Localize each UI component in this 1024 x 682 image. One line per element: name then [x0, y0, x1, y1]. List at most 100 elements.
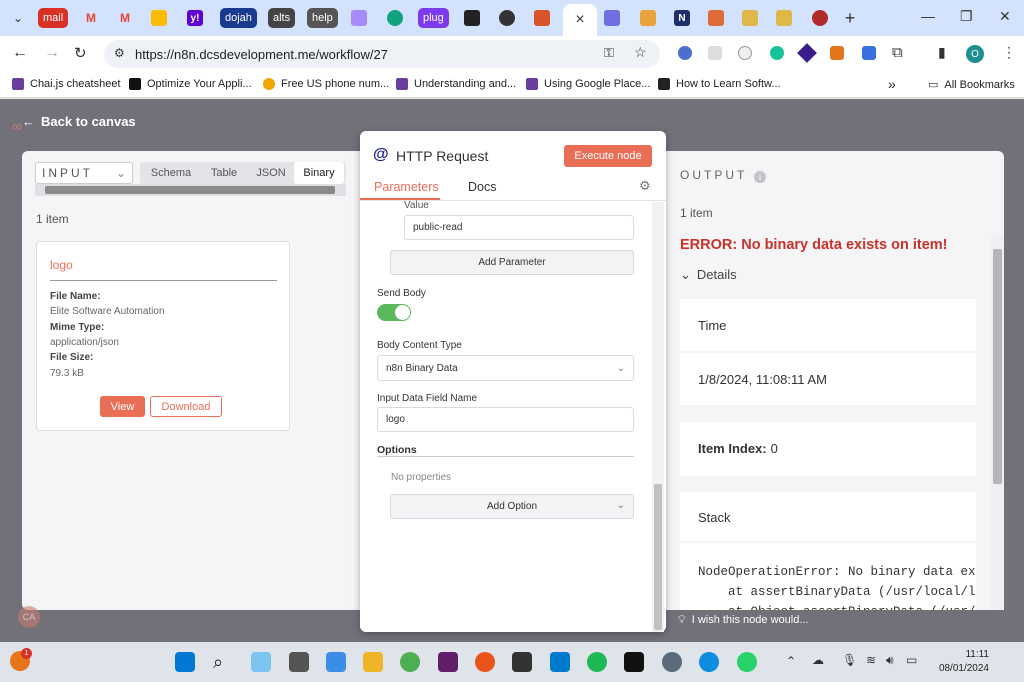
tab-mail[interactable]: mail	[38, 6, 69, 30]
window-close-icon[interactable]: ✕	[999, 8, 1011, 25]
tab-gmail-1[interactable]: M	[82, 6, 100, 30]
tab-search-dropdown[interactable]: ⌄	[8, 6, 28, 30]
extension-icon[interactable]	[708, 46, 722, 60]
scrollbar-thumb[interactable]	[993, 249, 1002, 484]
whatsapp-icon[interactable]	[737, 652, 757, 672]
tab-n8n-active[interactable]: ×	[563, 4, 597, 36]
netflix-icon[interactable]	[624, 652, 644, 672]
tab-table[interactable]: Table	[200, 162, 248, 184]
tab-schema[interactable]: Schema	[144, 162, 198, 184]
vscode-icon[interactable]	[550, 652, 570, 672]
widgets-icon[interactable]	[251, 652, 271, 672]
tab-binary[interactable]: Binary	[294, 162, 344, 184]
extension-icon[interactable]	[797, 43, 817, 63]
tab-yahoo[interactable]: y!	[186, 6, 204, 30]
address-bar[interactable]: ⚙ https://n8n.dcsdevelopment.me/workflow…	[104, 40, 660, 68]
new-tab-button[interactable]: +	[842, 6, 858, 30]
feedback-link[interactable]: 💡︎ I wish this node would...	[678, 614, 809, 627]
tab-app-5[interactable]	[640, 6, 656, 30]
tab-n8n-2[interactable]	[604, 6, 620, 30]
settings-gear-icon[interactable]: ⚙	[639, 178, 651, 194]
minimize-icon[interactable]: —	[921, 8, 935, 24]
tab-help[interactable]: help	[307, 6, 338, 30]
details-toggle[interactable]: ⌄ Details	[680, 267, 737, 283]
side-panel-icon[interactable]: ▮	[938, 44, 946, 61]
tab-gmail-3[interactable]	[150, 6, 168, 30]
horizontal-scrollbar[interactable]	[35, 184, 346, 196]
bookmark-item[interactable]: Optimize Your Appli...	[129, 78, 252, 90]
file-explorer-icon[interactable]	[363, 652, 383, 672]
metamask-icon[interactable]	[830, 46, 844, 60]
tab-app-3[interactable]	[499, 6, 515, 30]
postman-icon[interactable]	[475, 652, 495, 672]
slack-icon[interactable]	[438, 652, 458, 672]
back-arrow-icon[interactable]: ←	[12, 44, 28, 62]
key-icon[interactable]: ⚿	[604, 45, 614, 61]
volume-icon[interactable]: 🔊︎	[886, 653, 894, 668]
input-node-select[interactable]: INPUT ⌄	[35, 162, 133, 184]
clock-date[interactable]: 08/01/2024	[928, 663, 989, 674]
tab-app-2[interactable]	[464, 6, 480, 30]
node-title[interactable]: HTTP Request	[396, 148, 488, 164]
output-scrollbar[interactable]	[991, 235, 1004, 610]
menu-icon[interactable]: ⋮	[1002, 44, 1016, 61]
puzzle-icon[interactable]: ⧉	[892, 44, 903, 61]
view-button[interactable]: View	[100, 396, 145, 417]
extension-icon[interactable]	[678, 46, 692, 60]
task-view-icon[interactable]	[289, 652, 309, 672]
battery-icon[interactable]: ▭	[906, 653, 917, 667]
tab-parameters[interactable]: Parameters	[374, 180, 439, 194]
chrome-icon[interactable]	[400, 652, 420, 672]
url-text[interactable]: https://n8n.dcsdevelopment.me/workflow/2…	[135, 47, 388, 62]
tab-notion[interactable]: N	[674, 6, 690, 30]
bookmarks-overflow-button[interactable]: »	[888, 76, 896, 92]
info-icon[interactable]: i	[754, 171, 766, 183]
webstorm-icon[interactable]	[512, 652, 532, 672]
add-parameter-button[interactable]: Add Parameter	[390, 250, 634, 275]
bookmark-item[interactable]: Understanding and...	[396, 78, 516, 90]
bookmark-item[interactable]: How to Learn Softw...	[658, 78, 781, 90]
tab-app-8[interactable]	[776, 6, 792, 30]
tab-app-4[interactable]	[534, 6, 550, 30]
wifi-icon[interactable]: ≋	[866, 653, 876, 667]
reload-icon[interactable]: ↻	[74, 44, 87, 62]
bookmark-item[interactable]: Using Google Place...	[526, 78, 650, 90]
tab-app-6[interactable]	[708, 6, 724, 30]
cloud-icon[interactable]: ☁	[812, 653, 824, 667]
windows-start-icon[interactable]	[175, 652, 195, 672]
all-bookmarks-button[interactable]: ▭ All Bookmarks	[928, 78, 1015, 92]
bookmark-item[interactable]: Chai.js cheatsheet	[12, 78, 121, 90]
close-icon[interactable]: ×	[575, 11, 584, 29]
profile-avatar[interactable]: O	[966, 45, 984, 63]
download-button[interactable]: Download	[150, 396, 222, 417]
add-option-button[interactable]: Add Option ⌄	[390, 494, 634, 519]
tab-plug[interactable]: plug	[418, 6, 449, 30]
clock-time[interactable]: 11:11	[945, 649, 989, 660]
forward-arrow-icon[interactable]: →	[44, 44, 60, 62]
edge-icon[interactable]	[699, 652, 719, 672]
bookmark-star-icon[interactable]: ☆	[634, 44, 647, 61]
settings-icon[interactable]	[662, 652, 682, 672]
restore-icon[interactable]: ❐	[960, 8, 973, 25]
tab-json[interactable]: JSON	[250, 162, 292, 184]
user-avatar[interactable]: CA	[18, 606, 40, 628]
site-info-icon[interactable]: ⚙	[114, 46, 125, 60]
execute-node-button[interactable]: Execute node	[564, 145, 652, 167]
tab-dojah[interactable]: dojah	[220, 6, 257, 30]
search-icon[interactable]: ⌕	[213, 652, 233, 672]
body-content-type-select[interactable]: n8n Binary Data ⌄	[377, 355, 634, 381]
extension-icon[interactable]	[862, 46, 876, 60]
back-to-canvas-button[interactable]: ← Back to canvas	[22, 114, 136, 129]
edge-dev-icon[interactable]	[326, 652, 346, 672]
grammarly-icon[interactable]	[770, 46, 784, 60]
tab-openai[interactable]	[386, 6, 404, 30]
spotify-icon[interactable]	[587, 652, 607, 672]
tab-alts[interactable]: alts	[268, 6, 296, 30]
microphone-icon[interactable]: 🎙︎	[842, 653, 857, 667]
chevron-up-icon[interactable]: ⌃	[786, 654, 796, 668]
send-body-toggle[interactable]	[377, 304, 411, 321]
tab-app-9[interactable]	[812, 6, 828, 30]
tab-gmail-2[interactable]: M	[116, 6, 134, 30]
scrollbar-thumb[interactable]	[654, 484, 662, 630]
bookmark-item[interactable]: Free US phone num...	[263, 78, 389, 90]
